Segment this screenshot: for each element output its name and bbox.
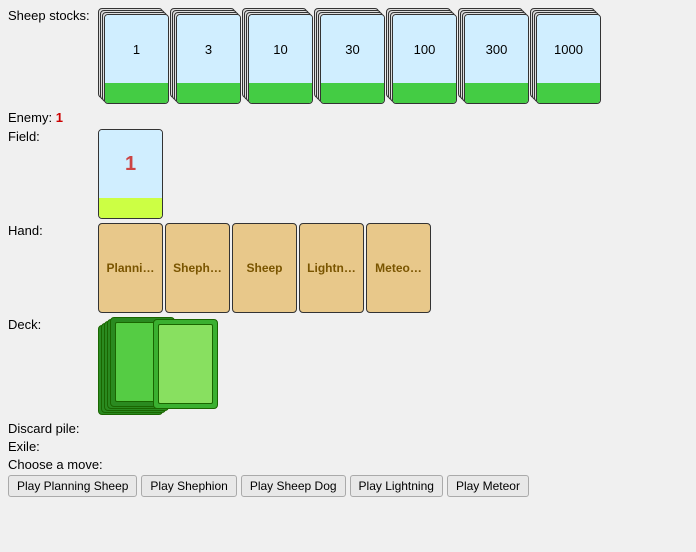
action-buttons: Play Planning Sheep Play Shephion Play S… xyxy=(8,475,688,497)
stock-card-100: 100 xyxy=(386,8,456,108)
field-card-value: 1 xyxy=(125,153,136,176)
hand-card-shephion: Sheph… xyxy=(165,223,230,313)
exile-label: Exile: xyxy=(8,439,40,454)
enemy-row: Enemy: 1 xyxy=(8,110,688,125)
deck-cards xyxy=(98,317,228,417)
play-meteor-button[interactable]: Play Meteor xyxy=(447,475,529,497)
hand-cards: Planni… Sheph… Sheep Lightn… Meteo… xyxy=(98,223,431,313)
sheep-stocks-section: Sheep stocks: 1 3 xyxy=(8,8,688,108)
stock-card-10: 10 xyxy=(242,8,312,108)
stock-card-1: 1 xyxy=(98,8,168,108)
deck-label: Deck: xyxy=(8,317,98,332)
field-section: Field: 1 xyxy=(8,129,688,219)
hand-card-lightning: Lightn… xyxy=(299,223,364,313)
play-shephion-button[interactable]: Play Shephion xyxy=(141,475,236,497)
enemy-value: 1 xyxy=(56,110,63,125)
stock-card-3: 3 xyxy=(170,8,240,108)
hand-label: Hand: xyxy=(8,223,98,238)
discard-pile-label: Discard pile: xyxy=(8,421,80,436)
discard-pile-row: Discard pile: xyxy=(8,421,688,436)
hand-card-sheep: Sheep xyxy=(232,223,297,313)
hand-card-meteor: Meteo… xyxy=(366,223,431,313)
field-label: Field: xyxy=(8,129,98,144)
choose-move-label: Choose a move: xyxy=(8,457,103,472)
field-card: 1 xyxy=(98,129,163,219)
exile-row: Exile: xyxy=(8,439,688,454)
sheep-stocks-cards: 1 3 10 xyxy=(98,8,600,108)
sheep-stocks-label: Sheep stocks: xyxy=(8,8,98,23)
deck-section: Deck: xyxy=(8,317,688,417)
enemy-label: Enemy: xyxy=(8,110,52,125)
play-sheep-dog-button[interactable]: Play Sheep Dog xyxy=(241,475,346,497)
hand-section: Hand: Planni… Sheph… Sheep Lightn… Meteo… xyxy=(8,223,688,313)
stock-card-30: 30 xyxy=(314,8,384,108)
hand-card-planning: Planni… xyxy=(98,223,163,313)
choose-move-row: Choose a move: xyxy=(8,457,688,472)
stock-card-300: 300 xyxy=(458,8,528,108)
stock-card-1000: 1000 xyxy=(530,8,600,108)
play-planning-sheep-button[interactable]: Play Planning Sheep xyxy=(8,475,137,497)
play-lightning-button[interactable]: Play Lightning xyxy=(350,475,443,497)
